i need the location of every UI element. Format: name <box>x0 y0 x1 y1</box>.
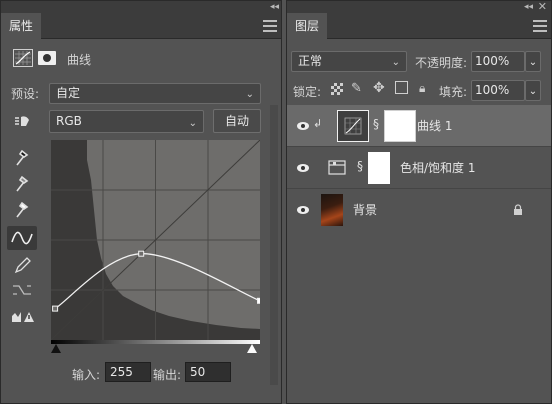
preset-value: 自定 <box>56 86 81 100</box>
fill-field[interactable]: 100% <box>471 80 525 101</box>
eyedropper-gray-icon <box>16 175 29 192</box>
lock-all-icon[interactable]: 🔒︎ <box>419 81 425 96</box>
fill-label: 填充: <box>439 85 468 99</box>
channel-dropdown[interactable]: RGB ⌄ <box>49 110 204 133</box>
layer-row-curves[interactable]: ↲ § 曲线 1 <box>287 105 551 147</box>
properties-tab-bar: 属性 <box>1 13 281 39</box>
lock-transparent-pixels-icon[interactable] <box>331 83 343 95</box>
layer-name[interactable]: 曲线 1 <box>417 117 452 134</box>
curve-control-point[interactable] <box>52 305 59 312</box>
on-image-adjust-tool[interactable] <box>7 109 37 133</box>
draw-curve-tool[interactable] <box>7 252 37 276</box>
close-panel-icon[interactable]: ✕ <box>538 1 547 13</box>
layer-row-background[interactable]: 背景 <box>287 189 551 231</box>
curve-control-point[interactable] <box>138 250 145 257</box>
collapse-panel-icon[interactable]: ◂◂ <box>270 1 279 13</box>
layer-row-hue-saturation[interactable]: § 色相/饱和度 1 <box>287 147 551 189</box>
preset-dropdown[interactable]: 自定 ⌄ <box>49 83 261 104</box>
curve-control-point[interactable] <box>257 297 263 304</box>
chevron-down-icon: ⌄ <box>391 57 400 68</box>
white-point-eyedropper[interactable] <box>7 197 37 221</box>
histogram-warning-icon <box>12 312 34 322</box>
curves-adjustment-icon <box>344 117 362 135</box>
eyedropper-white-icon <box>16 201 29 218</box>
layer-mask-thumbnail[interactable] <box>368 152 390 184</box>
black-point-eyedropper[interactable] <box>7 145 37 169</box>
layer-mask-thumbnail[interactable] <box>384 110 416 142</box>
layers-tab-bar: 图层 <box>287 13 551 39</box>
lock-icon <box>514 204 522 215</box>
opacity-field[interactable]: 100% <box>471 51 525 72</box>
panel-top-strip: ◂◂ <box>1 1 281 13</box>
layer-name[interactable]: 背景 <box>353 201 377 218</box>
curves-adjustment-icon[interactable] <box>13 49 33 67</box>
mask-link-icon[interactable]: § <box>357 159 363 173</box>
tab-properties[interactable]: 属性 <box>1 13 42 39</box>
auto-button[interactable]: 自动 <box>213 109 261 133</box>
opacity-label: 不透明度: <box>415 56 468 70</box>
layers-panel: ◂◂ ✕ 图层 正常 ⌄ 不透明度: 100% ⌄ 锁定: ✎ ✥ 🔒︎ 填充:… <box>286 0 552 404</box>
chevron-down-icon: ⌄ <box>528 57 538 68</box>
black-point-slider[interactable] <box>51 344 61 353</box>
smooth-curve-tool[interactable] <box>7 278 37 302</box>
visibility-eye-icon[interactable] <box>295 118 311 134</box>
panel-top-strip: ◂◂ ✕ <box>287 1 551 13</box>
preset-label: 预设: <box>11 87 40 101</box>
output-value-field[interactable]: 50 <box>185 362 231 382</box>
clipping-warning-tool[interactable] <box>7 304 37 328</box>
panel-menu-icon[interactable] <box>533 20 547 32</box>
visibility-eye-icon[interactable] <box>295 202 311 218</box>
properties-scrollbar[interactable] <box>270 105 278 385</box>
properties-panel: ◂◂ 属性 曲线 预设: 自定 ⌄ RGB ⌄ 自动 输入: 255 输出: 5… <box>0 0 282 404</box>
channel-value: RGB <box>56 114 82 128</box>
hue-saturation-adjustment-thumbnail[interactable] <box>327 152 349 184</box>
curves-adjustment-thumbnail[interactable] <box>337 110 369 142</box>
curve-wave-icon <box>11 231 33 245</box>
clipping-arrow-icon: ↲ <box>313 117 323 130</box>
layer-mask-icon[interactable] <box>38 51 56 65</box>
fill-dropdown-button[interactable]: ⌄ <box>525 80 541 101</box>
tab-layers[interactable]: 图层 <box>287 13 328 39</box>
adjustment-header: 曲线 <box>1 47 281 73</box>
curves-graph[interactable] <box>50 139 263 341</box>
hand-arrows-icon <box>15 116 29 126</box>
lock-position-icon[interactable]: ✥ <box>373 80 385 96</box>
blend-mode-dropdown[interactable]: 正常 ⌄ <box>291 51 407 72</box>
hue-saturation-icon <box>328 160 346 175</box>
input-label: 输入: <box>72 368 101 382</box>
chevron-down-icon: ⌄ <box>245 89 254 100</box>
gray-point-eyedropper[interactable] <box>7 171 37 195</box>
layer-name[interactable]: 色相/饱和度 1 <box>400 159 476 176</box>
input-gradient-bar <box>51 340 260 344</box>
chevron-down-icon: ⌄ <box>188 118 197 129</box>
panel-menu-icon[interactable] <box>263 20 277 32</box>
opacity-dropdown-button[interactable]: ⌄ <box>525 51 541 72</box>
chevron-down-icon: ⌄ <box>528 86 538 97</box>
mask-link-icon[interactable]: § <box>373 117 379 131</box>
smooth-curve-icon <box>13 285 31 295</box>
collapse-panel-icon[interactable]: ◂◂ <box>524 1 533 13</box>
lock-label: 锁定: <box>293 85 322 99</box>
lock-artboard-icon[interactable] <box>395 81 408 94</box>
curves-graph-canvas[interactable] <box>50 139 263 341</box>
eyedropper-black-icon <box>16 149 29 166</box>
lock-image-pixels-icon[interactable]: ✎ <box>351 81 362 96</box>
adjustment-title: 曲线 <box>67 53 92 67</box>
blend-mode-value: 正常 <box>298 54 323 68</box>
background-image-thumbnail[interactable] <box>321 194 343 226</box>
white-point-slider[interactable] <box>247 344 257 353</box>
visibility-eye-icon[interactable] <box>295 160 311 176</box>
output-label: 输出: <box>153 368 182 382</box>
pencil-icon <box>14 257 31 274</box>
input-value-field[interactable]: 255 <box>105 362 151 382</box>
edit-points-tool[interactable] <box>7 226 37 250</box>
